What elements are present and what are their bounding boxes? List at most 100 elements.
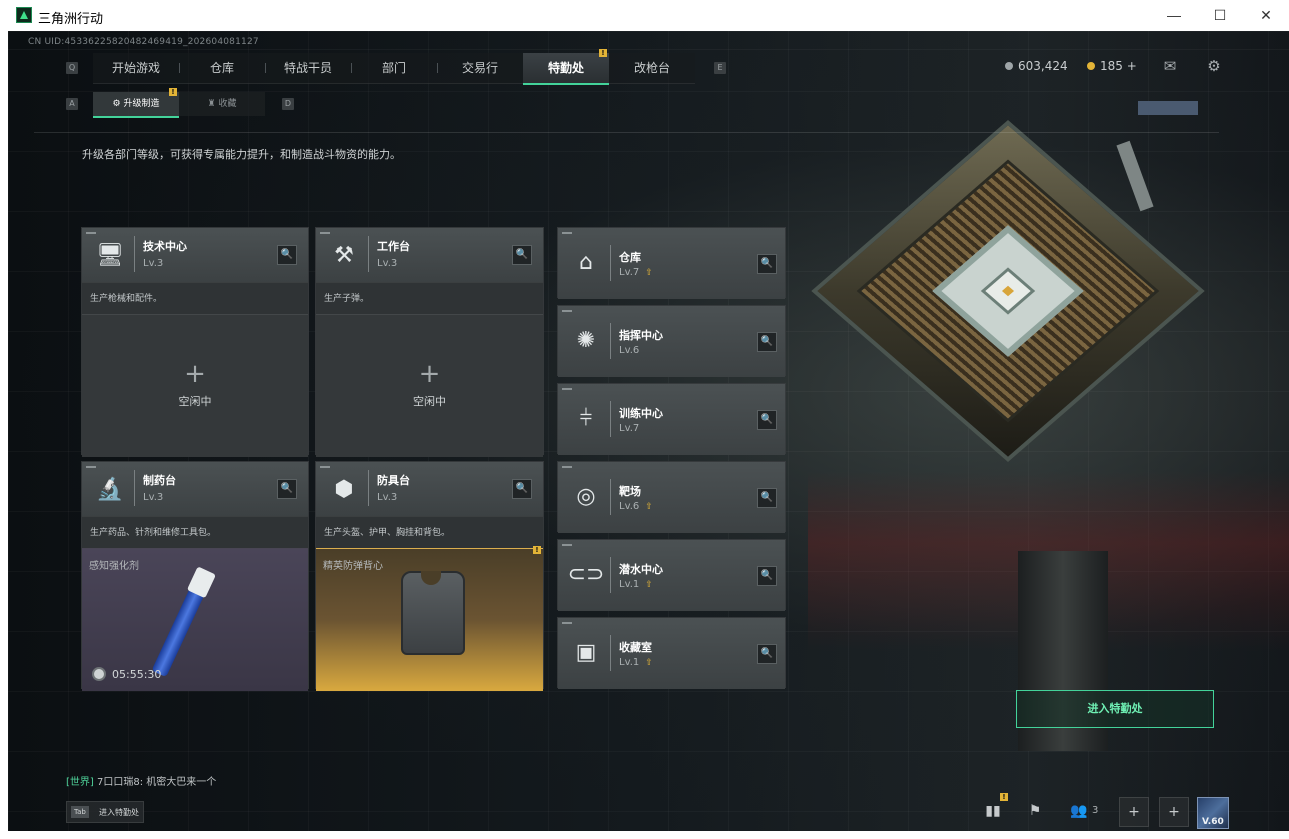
workstation-tech-center[interactable]: 🖥 技术中心 Lv.3 🔍 生产枪械和配件。 + 空闲中 bbox=[81, 227, 309, 457]
subtab-upgrade-craft[interactable]: ⚙ 升级制造 ! bbox=[93, 88, 179, 118]
level-text: Lv.6 bbox=[619, 501, 640, 512]
craft-slot-empty[interactable]: + 空闲中 bbox=[316, 314, 543, 457]
minimize-button[interactable]: — bbox=[1151, 0, 1197, 31]
add-teammate-button[interactable]: + bbox=[1159, 797, 1189, 827]
mail-icon[interactable]: ✉ bbox=[1160, 56, 1180, 76]
tab-gunsmith[interactable]: 改枪台 bbox=[609, 53, 695, 84]
team-icon[interactable]: 👥 bbox=[1064, 797, 1094, 827]
enter-special-ops-button[interactable]: 进入特勤处 bbox=[1016, 690, 1214, 728]
tab-special-ops[interactable]: 特勤处 ! bbox=[523, 49, 609, 85]
tab-market[interactable]: 交易行 bbox=[437, 53, 523, 84]
tab-start-game[interactable]: 开始游戏 bbox=[93, 53, 179, 84]
workstation-armor-bench[interactable]: ⬢ 防具台 Lv.3 🔍 生产头盔、护甲、胸挂和背包。 精英防弹背心 ! bbox=[315, 461, 544, 691]
add-teammate-button[interactable]: + bbox=[1119, 797, 1149, 827]
robot-arm-base bbox=[1138, 101, 1198, 115]
card-header-marker bbox=[562, 310, 572, 312]
gold-currency[interactable]: 185 + bbox=[1087, 59, 1137, 73]
card-title: 靶场 bbox=[619, 485, 641, 498]
card-header: ⫩ 训练中心 Lv.7 🔍 bbox=[558, 384, 785, 455]
card-header: 🔬 制药台 Lv.3 🔍 bbox=[82, 462, 308, 516]
card-header-marker bbox=[562, 466, 572, 468]
facility-shooting-range[interactable]: ◎ 靶场 Lv.6 ⇧ 🔍 bbox=[557, 461, 786, 533]
card-level: Lv.6 bbox=[619, 345, 640, 356]
chat-message[interactable]: [世界] 7口口瑞8: 机密大巴来一个 bbox=[66, 773, 216, 788]
subnav-key-right: D bbox=[282, 98, 294, 110]
card-description: 生产子弹。 bbox=[316, 282, 543, 314]
chat-text: 机密大巴来一个 bbox=[146, 777, 217, 788]
craft-timer: 05:55:30 bbox=[92, 667, 161, 681]
facility-diving-center[interactable]: ⊂⊃ 潜水中心 Lv.1 ⇧ 🔍 bbox=[557, 539, 786, 611]
gold-amount: 185 + bbox=[1100, 59, 1137, 73]
card-level: Lv.7 ⇧ bbox=[619, 267, 653, 278]
card-level: Lv.1 ⇧ bbox=[619, 579, 653, 590]
card-header-marker bbox=[562, 388, 572, 390]
nav-key-right: E bbox=[714, 62, 726, 74]
search-icon[interactable]: 🔍 bbox=[512, 245, 532, 265]
craft-slot-completed[interactable]: 精英防弹背心 ! bbox=[316, 546, 543, 691]
search-icon[interactable]: 🔍 bbox=[757, 644, 777, 664]
settings-gear-icon[interactable]: ⚙ bbox=[1204, 56, 1224, 76]
command-center-icon: ✺ bbox=[576, 328, 596, 353]
facility-warehouse[interactable]: ⌂ 仓库 Lv.7 ⇧ 🔍 bbox=[557, 227, 786, 299]
stats-chart-icon[interactable]: ▮▮ bbox=[978, 797, 1008, 827]
notification-badge: ! bbox=[533, 546, 541, 554]
maximize-button[interactable]: ☐ bbox=[1197, 0, 1243, 31]
search-icon[interactable]: 🔍 bbox=[757, 254, 777, 274]
card-header: ⊂⊃ 潜水中心 Lv.1 ⇧ 🔍 bbox=[558, 540, 785, 611]
card-title: 防具台 bbox=[377, 474, 410, 487]
target-icon: ◎ bbox=[576, 484, 596, 509]
computer-icon: 🖥 bbox=[96, 243, 124, 268]
card-header-marker bbox=[562, 232, 572, 234]
syringe-item-image bbox=[151, 570, 213, 678]
close-button[interactable]: ✕ bbox=[1243, 0, 1289, 31]
card-level: Lv.7 bbox=[619, 423, 640, 434]
facility-command-center[interactable]: ✺ 指挥中心 Lv.6 🔍 bbox=[557, 305, 786, 377]
card-level: Lv.6 ⇧ bbox=[619, 501, 653, 512]
tab-special-ops-label: 特勤处 bbox=[547, 61, 584, 75]
card-header-marker bbox=[562, 544, 572, 546]
tab-warehouse[interactable]: 仓库 bbox=[179, 53, 265, 84]
workstation-workbench[interactable]: ⚒ 工作台 Lv.3 🔍 生产子弹。 + 空闲中 bbox=[315, 227, 544, 457]
tab-operators[interactable]: 特战干员 bbox=[265, 53, 351, 84]
chat-sender: 7口口瑞8: bbox=[97, 777, 144, 788]
facility-training-center[interactable]: ⫩ 训练中心 Lv.7 🔍 bbox=[557, 383, 786, 455]
card-title: 技术中心 bbox=[143, 240, 187, 253]
search-icon[interactable]: 🔍 bbox=[757, 410, 777, 430]
silver-currency[interactable]: 603,424 bbox=[1005, 59, 1068, 73]
facility-collection-room[interactable]: ▣ 收藏室 Lv.1 ⇧ 🔍 bbox=[557, 617, 786, 689]
workstation-pharmacy[interactable]: 🔬 制药台 Lv.3 🔍 生产药品、针剂和维修工具包。 感知强化剂 05:55:… bbox=[81, 461, 309, 691]
header-divider bbox=[34, 132, 1219, 133]
card-title: 指挥中心 bbox=[619, 329, 663, 342]
card-header: ⚒ 工作台 Lv.3 🔍 bbox=[316, 228, 543, 282]
card-divider bbox=[610, 479, 611, 515]
search-icon[interactable]: 🔍 bbox=[757, 566, 777, 586]
game-window: 三角洲行动 — ☐ ✕ CN UID:4533622582048246941​9… bbox=[0, 0, 1289, 839]
search-icon[interactable]: 🔍 bbox=[277, 479, 297, 499]
player-avatar[interactable]: V.60 bbox=[1197, 797, 1229, 829]
chat-channel: [世界] bbox=[66, 777, 94, 788]
search-icon[interactable]: 🔍 bbox=[757, 332, 777, 352]
notification-badge: ! bbox=[1000, 793, 1008, 801]
clock-icon bbox=[92, 667, 106, 681]
tab-shortcut-hint[interactable]: Tab 进入特勤处 bbox=[66, 801, 144, 823]
card-divider bbox=[368, 236, 369, 272]
card-level: Lv.1 ⇧ bbox=[619, 657, 653, 668]
card-level: Lv.3 bbox=[377, 258, 398, 269]
plus-icon: + bbox=[418, 359, 441, 389]
search-icon[interactable]: 🔍 bbox=[277, 245, 297, 265]
collection-case-icon: ▣ bbox=[575, 640, 597, 665]
idle-status: 空闲中 bbox=[413, 395, 446, 408]
search-icon[interactable]: 🔍 bbox=[757, 488, 777, 508]
page-description: 升级各部门等级，可获得专属能力提升，和制造战斗物资的能力。 bbox=[82, 148, 401, 161]
game-viewport: CN UID:4533622582048246941​9_20260408112… bbox=[8, 31, 1289, 831]
craft-slot-empty[interactable]: + 空闲中 bbox=[82, 314, 308, 457]
wrench-icon: ⚙ bbox=[112, 99, 124, 109]
upgrade-available-icon: ⇧ bbox=[645, 502, 653, 512]
subtab-collection[interactable]: ♜ 收藏 bbox=[179, 92, 265, 116]
subnav-key-left: A bbox=[66, 98, 78, 110]
flag-icon[interactable]: ⚑ bbox=[1020, 797, 1050, 827]
sub-nav: ⚙ 升级制造 ! ♜ 收藏 bbox=[93, 88, 265, 118]
search-icon[interactable]: 🔍 bbox=[512, 479, 532, 499]
craft-slot-in-progress[interactable]: 感知强化剂 05:55:30 bbox=[82, 548, 308, 691]
tab-departments[interactable]: 部门 bbox=[351, 53, 437, 84]
